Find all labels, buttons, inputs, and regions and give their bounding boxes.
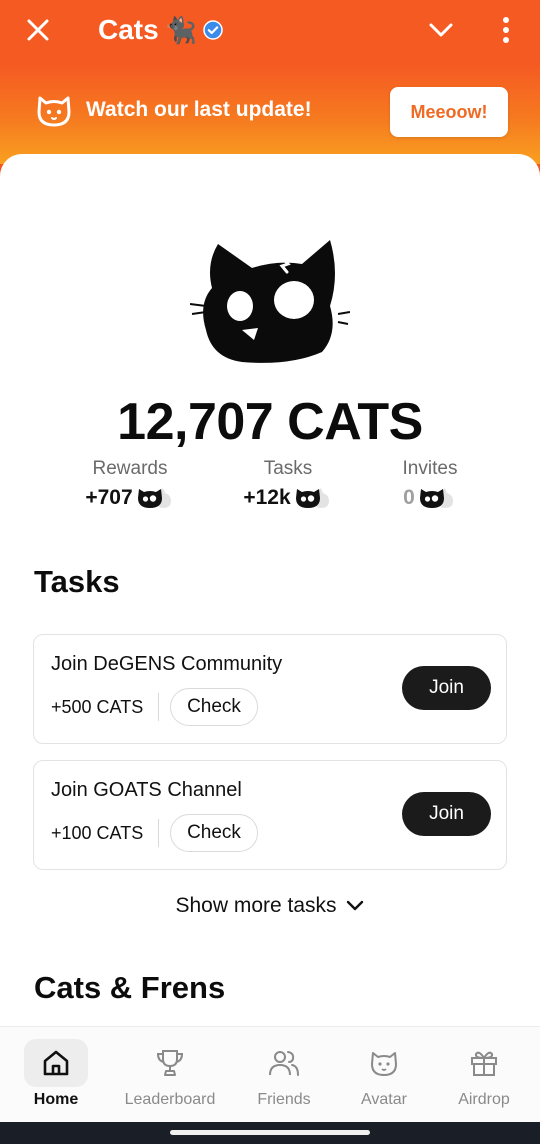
tab-label: Leaderboard (124, 1091, 216, 1108)
tab-icon-wrap (138, 1039, 202, 1087)
more-vertical-icon (503, 17, 509, 43)
stat-value: 0 (403, 486, 415, 509)
close-button[interactable] (22, 14, 54, 46)
cat-coin-icon (295, 488, 329, 508)
tab-label: Home (33, 1091, 79, 1108)
tab-airdrop[interactable]: Airdrop (446, 1027, 522, 1123)
stat-invites: Invites 0 (350, 458, 510, 510)
tab-icon-wrap (24, 1039, 88, 1087)
cats-frens-title: Cats & Frens (34, 970, 226, 1005)
black-cat-emoji: 🐈‍⬛ (164, 14, 198, 45)
tab-label: Avatar (361, 1091, 407, 1108)
app-title-group: Cats 🐈‍⬛ (98, 12, 223, 48)
stat-tasks: Tasks +12k (208, 458, 368, 510)
stat-value-row: +707 (50, 486, 210, 510)
stat-label: Invites (402, 458, 458, 479)
verified-badge-icon (203, 20, 223, 40)
friends-icon (269, 1051, 299, 1076)
task-card: Join DeGENS Community +500 CATS Check Jo… (33, 634, 507, 744)
task-reward: +500 CATS (51, 697, 144, 717)
tab-friends[interactable]: Friends (244, 1027, 324, 1123)
meeoow-button[interactable]: Meeoow! (390, 87, 508, 137)
tasks-title: Tasks (34, 564, 120, 599)
cat-coin-icon (419, 488, 453, 508)
home-icon (43, 1050, 69, 1076)
check-button[interactable]: Check (170, 688, 258, 726)
cats-balance: 12,707 CATS (117, 393, 423, 451)
stat-value-row: +12k (208, 486, 368, 510)
task-name: Join GOATS Channel (51, 779, 242, 801)
show-more-tasks-button[interactable]: Show more tasks (0, 894, 540, 918)
tab-icon-wrap (252, 1039, 316, 1087)
tab-label: Friends (257, 1091, 311, 1108)
more-menu-button[interactable] (494, 12, 518, 48)
chevron-down-icon (429, 23, 453, 37)
chevron-down-icon (346, 900, 363, 911)
task-card: Join GOATS Channel +100 CATS Check Join (33, 760, 507, 870)
close-icon (27, 19, 49, 41)
main-content: 12,707 CATS Rewards +707 Tasks +12k Invi… (0, 154, 540, 1144)
home-indicator[interactable] (170, 1130, 370, 1135)
cat-face-icon (371, 1052, 397, 1076)
stat-value: +707 (85, 486, 133, 509)
tab-home[interactable]: Home (18, 1027, 94, 1123)
show-more-label: Show more tasks (175, 894, 337, 917)
tab-icon-wrap (452, 1039, 516, 1087)
app-title: Cats (98, 14, 159, 45)
task-name: Join DeGENS Community (51, 653, 283, 675)
divider (158, 693, 159, 721)
tab-avatar[interactable]: Avatar (346, 1027, 422, 1123)
stat-value: +12k (243, 486, 291, 509)
stat-label: Rewards (92, 458, 168, 479)
stat-label: Tasks (263, 458, 313, 479)
tab-icon-wrap (352, 1039, 416, 1087)
gift-icon (471, 1051, 497, 1076)
check-button[interactable]: Check (170, 814, 258, 852)
task-reward: +100 CATS (51, 823, 144, 843)
tab-leaderboard[interactable]: Leaderboard (118, 1027, 222, 1123)
cat-face-icon (37, 96, 71, 127)
bottom-tab-bar: Home Leaderboard Friends Avatar Airdrop (0, 1026, 540, 1122)
stat-rewards: Rewards +707 (50, 458, 210, 510)
cats-logo (190, 240, 350, 363)
trophy-icon (156, 1050, 184, 1076)
collapse-button[interactable] (424, 14, 458, 46)
join-button[interactable]: Join (402, 792, 491, 836)
update-banner: Watch our last update! Meeoow! (0, 64, 540, 164)
top-bar: Cats 🐈‍⬛ (0, 0, 540, 64)
stat-value-row: 0 (350, 486, 510, 510)
tab-label: Airdrop (458, 1091, 510, 1108)
divider (158, 819, 159, 847)
banner-text: Watch our last update! (86, 98, 312, 121)
system-nav-bar (0, 1122, 540, 1144)
join-button[interactable]: Join (402, 666, 491, 710)
cat-coin-icon (137, 488, 171, 508)
